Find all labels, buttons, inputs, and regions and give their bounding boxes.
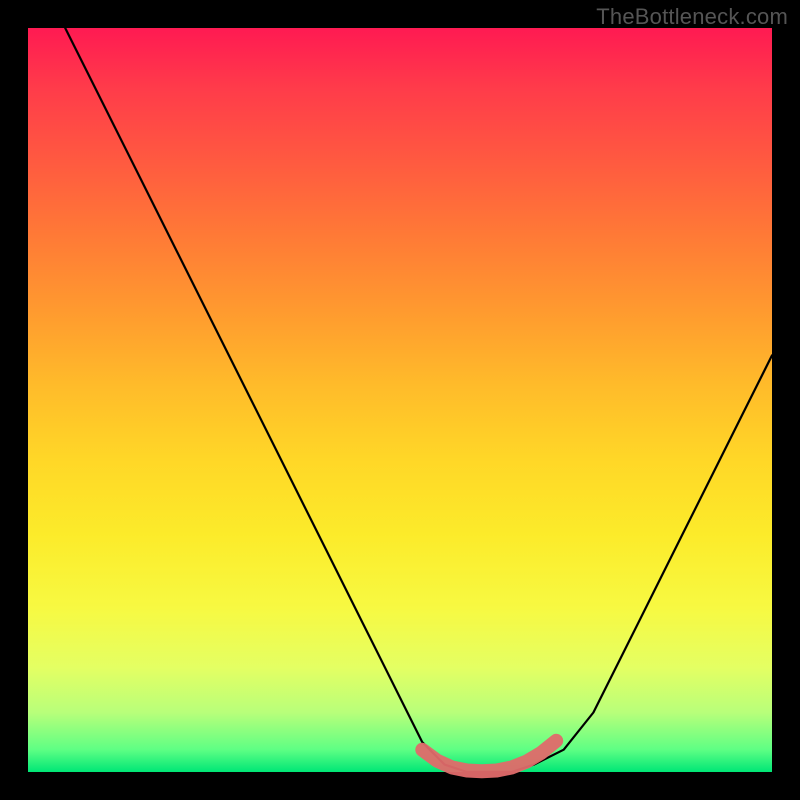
watermark-text: TheBottleneck.com (596, 4, 788, 30)
optimal-range-highlight (422, 741, 556, 772)
chart-svg (28, 28, 772, 772)
chart-frame: TheBottleneck.com (0, 0, 800, 800)
bottleneck-curve (65, 28, 772, 772)
chart-plot-area (28, 28, 772, 772)
